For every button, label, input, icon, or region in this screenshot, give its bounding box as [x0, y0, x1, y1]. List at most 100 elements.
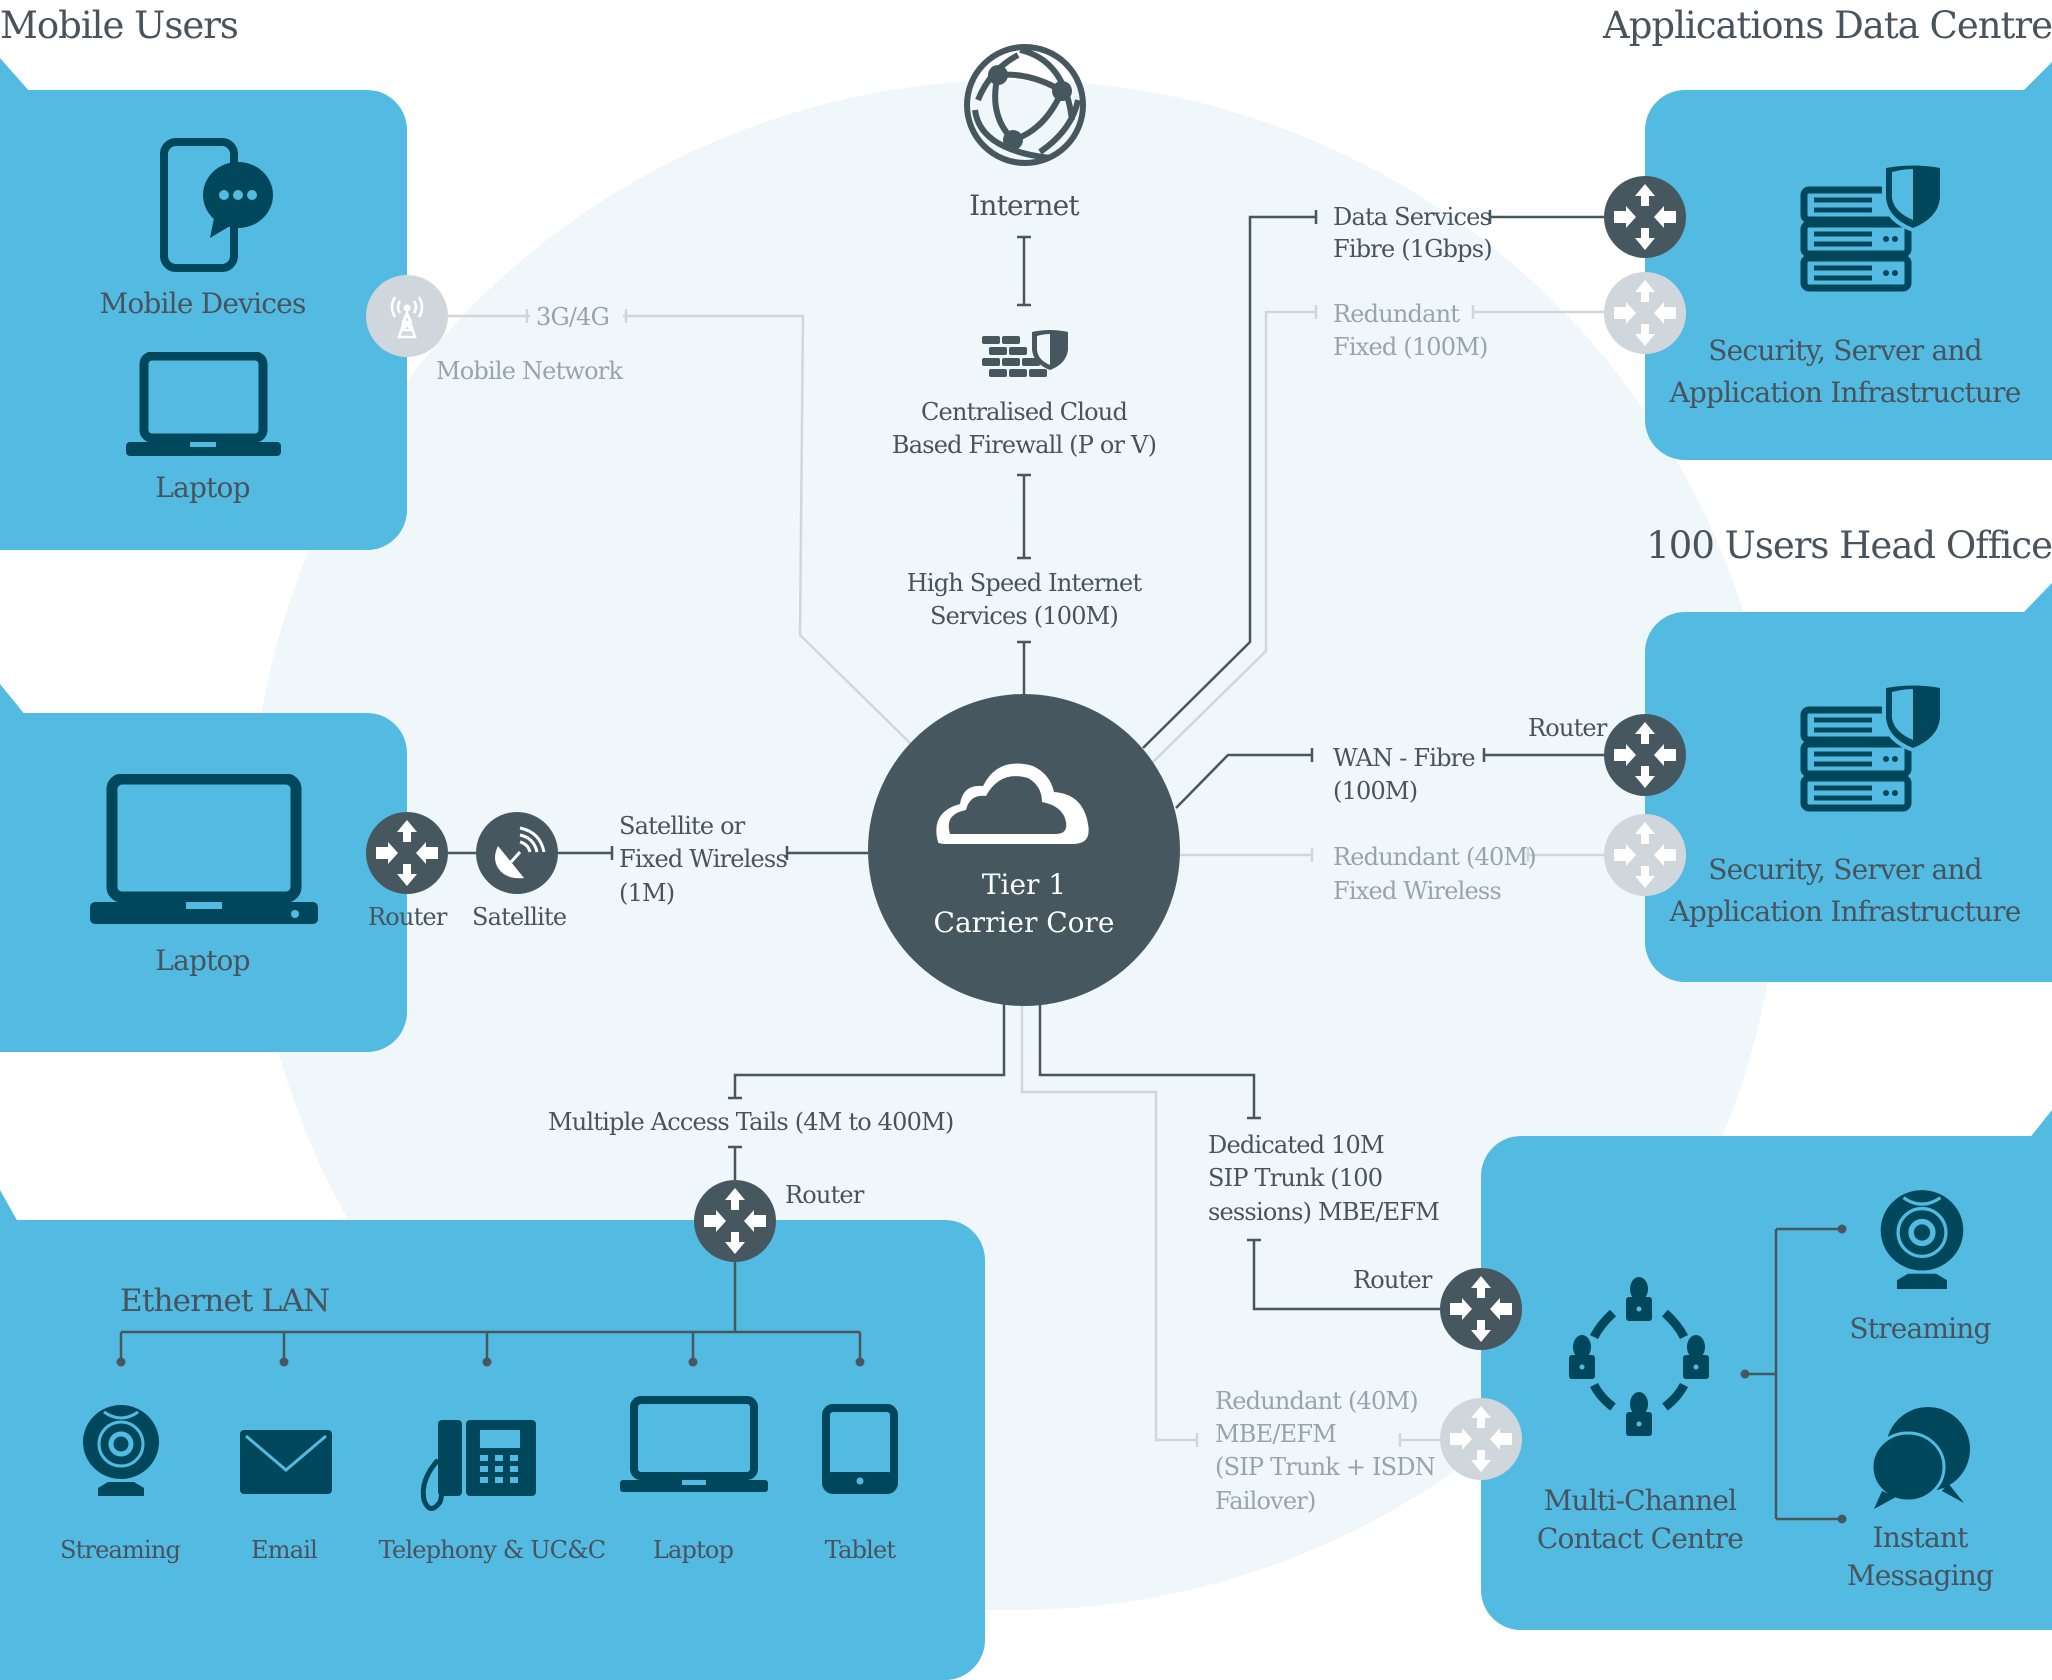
line-ho-redundant-b	[1526, 848, 1605, 862]
lan-device-label: Telephony & UC&C	[378, 1536, 606, 1564]
router-dc-primary[interactable]	[1604, 176, 1686, 258]
label-access-tails: Multiple Access Tails (4M to 400M)	[548, 1108, 954, 1136]
lan-device-label: Streaming	[59, 1536, 181, 1564]
line-dc-primary-a	[1142, 210, 1318, 749]
label-dc-redundant-2: Fixed (100M)	[1333, 333, 1488, 361]
line-dc-redundant-b	[1471, 305, 1605, 319]
router-sip-redundant[interactable]	[1440, 1398, 1522, 1480]
core-label: Tier 1 Carrier Core	[868, 866, 1180, 942]
lan-dot	[855, 1357, 865, 1367]
line-firewall-his	[1017, 473, 1031, 560]
lan-dot	[482, 1357, 492, 1367]
label-mobile-network: Mobile Network	[436, 357, 623, 385]
line-lan-bus	[119, 1330, 862, 1362]
lan-dot	[688, 1357, 698, 1367]
label-dc-box-1: Security, Server and	[1708, 334, 1982, 367]
label-ho-primary-1: WAN - Fibre	[1333, 744, 1476, 772]
label-satellite-link-3: (1M)	[619, 879, 675, 907]
label-sip-2: SIP Trunk (100	[1208, 1164, 1383, 1192]
router-icon	[1450, 1406, 1512, 1472]
core-label-line2: Carrier Core	[933, 906, 1115, 939]
label-cc-2: Contact Centre	[1536, 1522, 1744, 1555]
carrier-core[interactable]: Tier 1 Carrier Core	[868, 694, 1180, 1006]
section-title-head-office: 100 Users Head Office	[1646, 524, 2052, 567]
label-dc-primary-1: Data Services	[1333, 203, 1492, 231]
label-mobile-laptop: Laptop	[155, 471, 250, 504]
line-core-sip-redundant	[1020, 1004, 1199, 1447]
label-3g4g: 3G/4G	[536, 303, 610, 331]
label-satellite-link-1: Satellite or	[619, 812, 745, 840]
cc-dot	[1740, 1369, 1750, 1379]
label-ho-primary-2: (100M)	[1333, 777, 1418, 805]
line-sip-redundant-router	[1398, 1433, 1440, 1447]
label-sip-redundant-2: MBE/EFM	[1215, 1420, 1337, 1448]
label-firewall-1: Centralised Cloud	[920, 398, 1128, 426]
cloud-icon	[936, 763, 1089, 844]
label-ho-redundant-2: Fixed Wireless	[1333, 877, 1502, 905]
laptop-icon	[126, 352, 281, 456]
instant-messaging-icon	[1870, 1407, 1970, 1509]
label-remote-laptop: Laptop	[155, 944, 250, 977]
section-title-mobile-users: Mobile Users	[0, 4, 239, 47]
webcam-icon	[1880, 1190, 1964, 1289]
laptop-icon	[620, 1396, 768, 1492]
label-satellite: Satellite	[472, 903, 567, 931]
email-icon	[240, 1430, 332, 1494]
core-label-line1: Tier 1	[981, 868, 1067, 901]
label-satellite-link-2: Fixed Wireless	[619, 845, 788, 873]
router-ho-primary[interactable]	[1604, 714, 1686, 796]
label-sip-router: Router	[1353, 1266, 1432, 1294]
label-lan-router: Router	[785, 1181, 864, 1209]
label-ho-router: Router	[1528, 714, 1607, 742]
label-firewall-2: Based Firewall (P or V)	[891, 431, 1157, 459]
label-cc-im-2: Messaging	[1846, 1559, 1994, 1592]
line-ho-primary-b	[1482, 748, 1605, 762]
label-cc-1: Multi-Channel	[1543, 1484, 1737, 1517]
label-dc-redundant-1: Redundant	[1333, 300, 1460, 328]
mobile-network-node[interactable]	[366, 275, 448, 357]
tablet-icon	[822, 1404, 898, 1494]
line-his-core	[1017, 640, 1031, 694]
line-satellite-link	[558, 846, 614, 860]
router-sip[interactable]	[1440, 1268, 1522, 1350]
laptop-icon	[90, 774, 318, 924]
webcam-icon	[83, 1405, 159, 1496]
line-core-sip	[1038, 1004, 1261, 1120]
line-internet-firewall	[1017, 235, 1031, 307]
label-sip-1: Dedicated 10M	[1208, 1131, 1385, 1159]
firewall-icon	[982, 330, 1068, 377]
router-lan[interactable]	[694, 1180, 776, 1262]
line-ho-primary-a	[1175, 748, 1314, 809]
line-cc-bracket	[1745, 1227, 1842, 1521]
label-cc-streaming: Streaming	[1849, 1312, 1991, 1345]
contact-centre-agents-icon	[1569, 1277, 1709, 1436]
server-shield-icon	[1800, 160, 1946, 294]
lan-dot	[116, 1357, 126, 1367]
satellite-node[interactable]	[476, 812, 558, 894]
cell-tower-icon	[390, 296, 424, 339]
line-ho-redundant-a	[1180, 848, 1314, 862]
lan-device-label: Email	[251, 1536, 318, 1564]
line-dc-primary-b	[1488, 210, 1605, 224]
section-title-data-centre: Applications Data Centre	[1603, 4, 2052, 47]
line-core-tails	[728, 1004, 1006, 1100]
label-ho-redundant-1: Redundant (40M)	[1333, 843, 1537, 871]
ethernet-lan-title: Ethernet LAN	[120, 1283, 330, 1319]
label-ho-box-2: Application Infrastructure	[1669, 895, 2021, 928]
label-mobile-devices: Mobile Devices	[99, 287, 306, 320]
router-remote[interactable]	[366, 812, 448, 894]
router-icon	[1614, 722, 1676, 788]
label-dc-primary-2: Fibre (1Gbps)	[1333, 235, 1493, 263]
lan-device-label: Tablet	[824, 1536, 896, 1564]
label-sip-redundant-3: (SIP Trunk + ISDN	[1215, 1453, 1436, 1481]
line-mobile-a	[448, 309, 530, 323]
server-shield-icon	[1800, 680, 1946, 814]
label-internet: Internet	[969, 189, 1080, 222]
router-icon	[376, 820, 438, 886]
label-ho-box-1: Security, Server and	[1708, 853, 1982, 886]
router-icon	[704, 1188, 766, 1254]
internet-globe-icon	[964, 44, 1086, 166]
lan-dot	[279, 1357, 289, 1367]
label-sip-redundant-1: Redundant (40M)	[1215, 1387, 1419, 1415]
satellite-dish-icon	[495, 826, 546, 879]
